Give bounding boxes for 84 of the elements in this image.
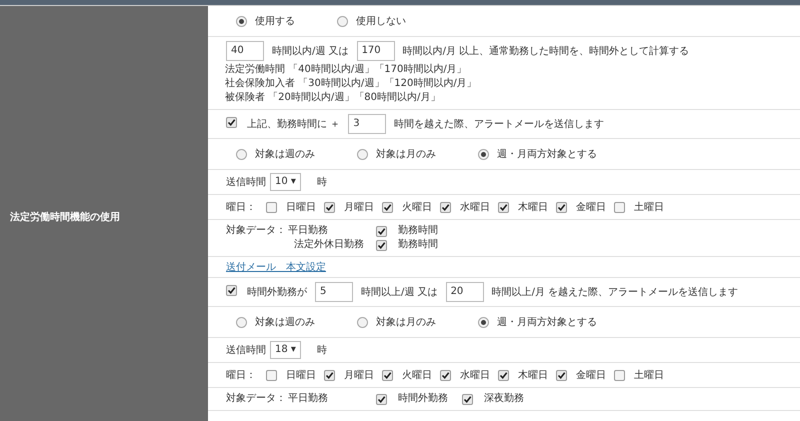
checkbox[interactable] — [440, 202, 451, 212]
weekday-label: 金曜日 — [576, 200, 606, 214]
label-text: 時 — [316, 344, 327, 356]
checkbox[interactable] — [376, 240, 387, 250]
checkbox[interactable] — [382, 202, 393, 212]
weekday-label: 日曜日 — [286, 368, 316, 382]
note-text: 法定労働時間 「40時間以内/週」「170時間以内/月」 — [225, 64, 467, 75]
radio-label: 対象は月のみ — [376, 148, 436, 162]
section-label: 法定労働時間機能の使用 — [10, 210, 120, 225]
label-text: 時間外勤務が — [247, 286, 307, 298]
target-label: 勤務時間 — [398, 224, 438, 238]
mail-settings-link[interactable]: 送付メール 本文設定 — [226, 260, 326, 274]
label-text: 法定外休日勤務 — [294, 239, 364, 250]
checkbox[interactable] — [382, 370, 393, 380]
checkbox[interactable] — [556, 370, 567, 380]
checkbox[interactable] — [226, 117, 237, 128]
radio-label: 使用する — [255, 14, 295, 28]
checkbox[interactable] — [226, 285, 237, 296]
radio-button[interactable] — [337, 16, 348, 26]
radio-button[interactable] — [478, 316, 489, 328]
radio-label: 対象は月のみ — [376, 316, 436, 330]
label-text: 時間以上/週 又は — [361, 286, 438, 298]
label-text: 送信時間 — [226, 176, 266, 188]
checkbox[interactable] — [376, 226, 387, 236]
target-label: 勤務時間 — [398, 238, 438, 252]
label-text: 時 — [316, 176, 327, 188]
weekday-label: 金曜日 — [576, 368, 606, 382]
target-label: 時間外勤務 — [398, 392, 448, 406]
number-field[interactable]: 40 — [226, 41, 264, 61]
label-text: 対象データ： — [226, 224, 286, 238]
label-text: 平日勤務 — [288, 225, 328, 236]
label-text: 上記、勤務時間に ＋ — [247, 118, 340, 130]
checkbox[interactable] — [556, 202, 567, 212]
radio-label: 週・月両方対象とする — [497, 316, 597, 330]
checkbox[interactable] — [376, 394, 387, 404]
radio-label: 週・月両方対象とする — [497, 148, 597, 162]
checkbox[interactable] — [498, 202, 509, 212]
radio-label: 対象は週のみ — [255, 316, 315, 330]
hour-dropdown[interactable]: 10 ▾ — [270, 173, 301, 191]
weekday-label: 水曜日 — [460, 200, 490, 214]
label-text: 時間以内/週 又は — [272, 44, 349, 58]
hour-dropdown[interactable]: 18 ▾ — [270, 341, 301, 359]
number-field[interactable]: 20 — [446, 282, 484, 302]
label-text: 時間を越えた際、アラートメールを送信します — [394, 118, 604, 130]
radio-button[interactable] — [478, 148, 489, 160]
weekday-label: 木曜日 — [518, 368, 548, 382]
radio-button[interactable] — [236, 16, 247, 26]
note-text: 社会保険加入者 「30時間以内/週」「120時間以内/月」 — [225, 78, 477, 89]
label-text: 対象データ： — [226, 392, 286, 406]
weekday-label: 火曜日 — [402, 200, 432, 214]
note-text: 被保険者 「20時間以内/週」「80時間以内/月」 — [225, 92, 440, 103]
radio-button[interactable] — [357, 316, 368, 328]
weekday-label: 火曜日 — [402, 368, 432, 382]
weekday-label: 月曜日 — [344, 368, 374, 382]
checkbox[interactable] — [462, 394, 473, 404]
number-field[interactable]: 170 — [356, 41, 395, 61]
checkbox[interactable] — [614, 202, 625, 212]
weekday-label: 月曜日 — [344, 200, 374, 214]
checkbox[interactable] — [266, 370, 277, 380]
label-text: 曜日： — [226, 368, 256, 382]
checkbox[interactable] — [266, 202, 277, 212]
number-field[interactable]: 3 — [348, 114, 386, 134]
label-text: 時間以上/月 を越えた際、アラートメールを送信します — [492, 286, 738, 298]
label-text: 曜日： — [226, 200, 256, 214]
radio-button[interactable] — [236, 148, 247, 160]
radio-button[interactable] — [236, 316, 247, 328]
label-text: 時間以内/月 以上、通常勤務した時間を、時間外として計算する — [402, 44, 690, 58]
weekday-label: 木曜日 — [518, 200, 548, 214]
radio-button[interactable] — [357, 148, 368, 160]
radio-label: 使用しない — [356, 14, 406, 28]
checkbox[interactable] — [324, 202, 335, 212]
target-label: 深夜勤務 — [484, 392, 524, 406]
label-text: 送信時間 — [226, 344, 266, 356]
checkbox[interactable] — [324, 370, 335, 380]
radio-label: 対象は週のみ — [255, 148, 315, 162]
weekday-label: 土曜日 — [634, 200, 664, 214]
weekday-label: 日曜日 — [286, 200, 316, 214]
checkbox[interactable] — [440, 370, 451, 380]
weekday-label: 水曜日 — [460, 368, 490, 382]
checkbox[interactable] — [498, 370, 509, 380]
weekday-label: 土曜日 — [634, 368, 664, 382]
number-field[interactable]: 5 — [315, 282, 353, 302]
checkbox[interactable] — [614, 370, 625, 380]
label-text: 平日勤務 — [288, 393, 328, 404]
